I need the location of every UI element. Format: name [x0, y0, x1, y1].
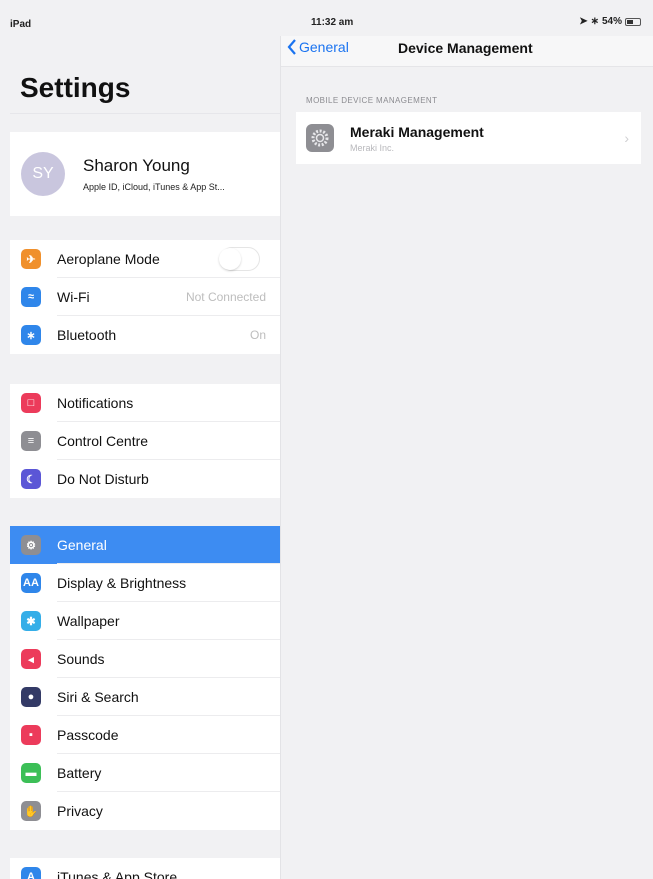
sidebar-item-passcode[interactable]: ▪ Passcode: [10, 716, 280, 754]
sidebar-item-do-not-disturb[interactable]: ☾ Do Not Disturb: [10, 460, 280, 498]
bluetooth-icon: ∗: [21, 325, 41, 345]
battery-icon: [625, 17, 641, 26]
sidebar-item-label: Siri & Search: [57, 689, 139, 705]
sidebar-item-label: Privacy: [57, 803, 103, 819]
app-store-icon: A: [21, 867, 41, 879]
sidebar-item-label: Aeroplane Mode: [57, 251, 160, 267]
lock-icon: ▪: [21, 725, 41, 745]
back-button[interactable]: General: [287, 39, 349, 55]
aeroplane-mode-toggle[interactable]: [219, 247, 260, 271]
general-group: ⚙ General AA Display & Brightness ✱ Wallpaper…: [10, 526, 280, 830]
sidebar-item-wallpaper[interactable]: ✱ Wallpaper: [10, 602, 280, 640]
gear-icon: ⚙: [21, 535, 41, 555]
profile-name: Sharon Young: [83, 156, 190, 175]
sidebar-item-label: Battery: [57, 765, 102, 781]
chevron-right-icon: ›: [624, 130, 629, 146]
battery-percent: 54%: [601, 16, 622, 27]
sidebar-item-label: Do Not Disturb: [57, 471, 149, 487]
store-group: AiTunes & App Store: [10, 858, 280, 879]
notifications-icon: □: [21, 393, 41, 413]
airplane-icon: ✈: [21, 249, 41, 269]
clock: 11:32 am: [311, 17, 354, 28]
wallpaper-icon: ✱: [21, 611, 41, 631]
section-header: MOBILE DEVICE MANAGEMENT: [306, 96, 438, 105]
page-title: Settings: [20, 72, 131, 103]
pane-divider: [280, 36, 281, 879]
sidebar-item-display-brightness[interactable]: AA Display & Brightness: [10, 564, 280, 602]
chevron-left-icon: [287, 39, 296, 55]
mdm-profile-cell[interactable]: Meraki Management Meraki Inc. ›: [296, 112, 641, 164]
sidebar-item-label: iTunes & App Store: [57, 869, 178, 879]
back-label: General: [299, 39, 349, 55]
status-icons: ➤ ∗ 54%: [579, 16, 641, 27]
sidebar-item-wi-fi[interactable]: ≈ Wi-Fi Not Connected: [10, 278, 280, 316]
sidebar-item-general[interactable]: ⚙ General: [10, 526, 280, 564]
sidebar-item-label: Passcode: [57, 727, 119, 743]
notifications-group: □ Notifications ≡ Control Centre ☾ Do Not Dis…: [10, 384, 280, 498]
sidebar-item-battery[interactable]: ▬ Battery: [10, 754, 280, 792]
wifi-icon: ≈: [21, 287, 41, 307]
siri-icon: ●: [21, 687, 41, 707]
control-centre-icon: ≡: [21, 431, 41, 451]
mdm-title: Meraki Management: [350, 123, 484, 140]
connectivity-group: ✈ Aeroplane Mode ≈ Wi-Fi Not Connected ∗ Bluet…: [10, 240, 280, 354]
battery-icon: ▬: [21, 763, 41, 783]
sidebar-item-bluetooth[interactable]: ∗ Bluetooth On: [10, 316, 280, 354]
detail-navbar: General Device Management: [281, 36, 653, 67]
sidebar-item-siri-search[interactable]: ● Siri & Search: [10, 678, 280, 716]
sidebar-item-label: Wi-Fi: [57, 289, 90, 305]
sidebar-item-label: Wallpaper: [57, 613, 120, 629]
sidebar-item-value: Not Connected: [185, 290, 266, 304]
sidebar-item-itunes-app-store[interactable]: AiTunes & App Store: [10, 858, 280, 879]
avatar: SY: [21, 152, 65, 196]
sidebar-item-privacy[interactable]: ✋ Privacy: [10, 792, 280, 830]
mdm-subtitle: Meraki Inc.: [350, 142, 395, 153]
sidebar-item-label: Display & Brightness: [57, 575, 187, 591]
settings-gear-icon: [306, 124, 334, 152]
sidebar-item-label: General: [57, 537, 107, 553]
bluetooth-status-icon: ∗: [590, 16, 599, 27]
moon-icon: ☾: [21, 469, 41, 489]
sidebar-item-control-centre[interactable]: ≡ Control Centre: [10, 422, 280, 460]
sidebar-item-label: Sounds: [57, 651, 105, 667]
sidebar-item-sounds[interactable]: ◂ Sounds: [10, 640, 280, 678]
settings-sidebar: Settings SY Sharon Young Apple ID, iClou…: [0, 36, 280, 879]
sidebar-item-value: On: [249, 328, 266, 342]
toggle-knob: [219, 248, 241, 270]
sidebar-item-notifications[interactable]: □ Notifications: [10, 384, 280, 422]
profile-subtitle: Apple ID, iCloud, iTunes & App St...: [83, 182, 225, 192]
device-name: iPad: [10, 19, 32, 30]
hand-icon: ✋: [21, 801, 41, 821]
sidebar-item-label: Notifications: [57, 395, 134, 411]
status-bar: iPad 11:32 am ➤ ∗ 54%: [0, 0, 653, 36]
sidebar-item-label: Control Centre: [57, 433, 149, 449]
speaker-icon: ◂: [21, 649, 41, 669]
display-icon: AA: [21, 573, 41, 593]
divider: [10, 113, 280, 114]
location-icon: ➤: [579, 16, 588, 27]
detail-title: Device Management: [398, 40, 533, 56]
sidebar-item-aeroplane-mode[interactable]: ✈ Aeroplane Mode: [10, 240, 280, 278]
apple-id-profile[interactable]: SY Sharon Young Apple ID, iCloud, iTunes…: [10, 132, 280, 216]
sidebar-item-label: Bluetooth: [57, 327, 117, 343]
